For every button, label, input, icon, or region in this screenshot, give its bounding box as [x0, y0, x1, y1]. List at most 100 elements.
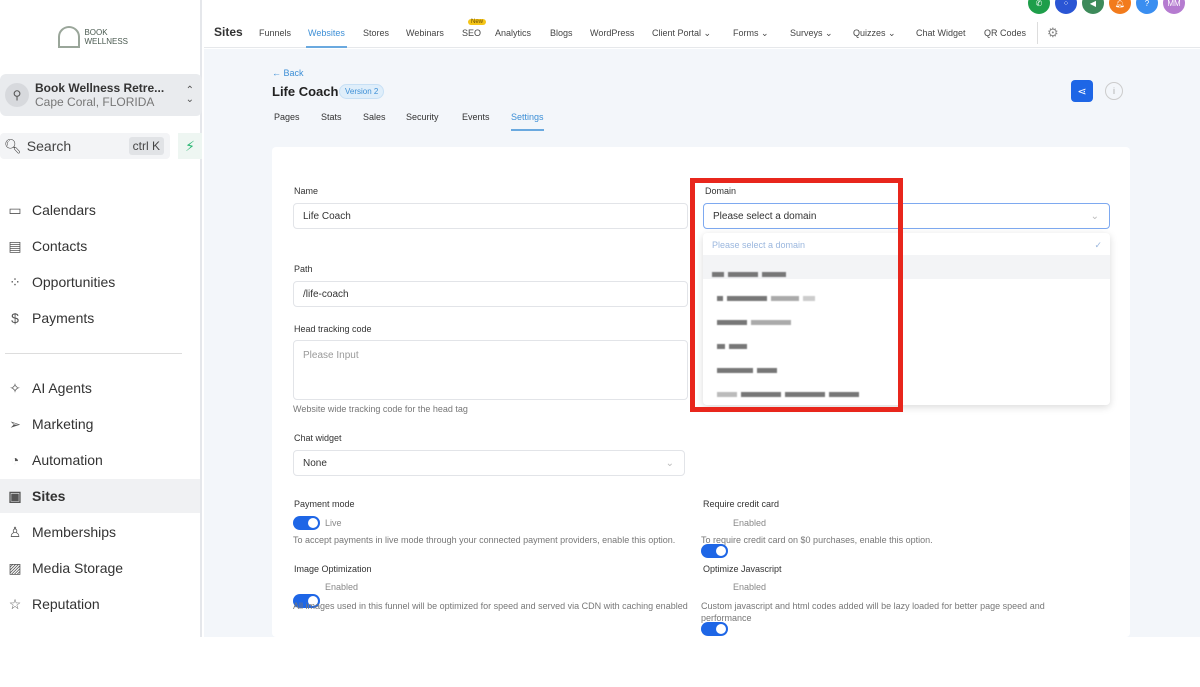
sidebar: BOOK WELLNESS ⚲ Book Wellness Retre... C…: [0, 0, 202, 637]
apps-icon[interactable]: ⁘: [1055, 0, 1077, 14]
sidebar-item-sites[interactable]: ▣ Sites: [0, 479, 200, 513]
credit-card-help: To require credit card on $0 purchases, …: [701, 535, 933, 545]
sidebar-item-label: Reputation: [32, 596, 100, 612]
sidebar-item-label: Memberships: [32, 524, 117, 540]
gear-icon[interactable]: ⚙︎: [1047, 25, 1059, 41]
location-name: Book Wellness Retre...: [35, 81, 165, 95]
memberships-icon: ♙: [8, 523, 22, 540]
optimize-js-state: Enabled: [733, 582, 767, 592]
megaphone-icon[interactable]: ◀: [1082, 0, 1104, 14]
tab-quizzes[interactable]: Quizzes ⌄: [853, 28, 896, 39]
sidebar-item-opportunities[interactable]: ⁘ Opportunities: [0, 265, 200, 299]
head-code-textarea[interactable]: Please Input: [293, 340, 688, 400]
tab-websites[interactable]: Websites: [306, 28, 347, 48]
sidebar-item-label: Contacts: [32, 238, 88, 254]
credit-card-toggle[interactable]: [701, 544, 728, 558]
search-button[interactable]: 🔍︎ Search ctrl K: [0, 133, 170, 159]
tab-sales[interactable]: Sales: [363, 112, 386, 122]
highlight-box: [690, 178, 903, 412]
image-optimization-label: Image Optimization: [294, 564, 372, 574]
head-code-label: Head tracking code: [294, 324, 372, 334]
quick-action-bolt-icon[interactable]: ⚡︎: [178, 133, 202, 159]
tab-stats[interactable]: Stats: [321, 112, 342, 122]
sidebar-item-label: Marketing: [32, 416, 94, 432]
optimize-js-toggle[interactable]: [701, 622, 728, 636]
tab-label: Surveys: [790, 28, 823, 38]
sidebar-item-contacts[interactable]: ▤ Contacts: [0, 229, 200, 263]
sidebar-item-media-storage[interactable]: ▨ Media Storage: [0, 551, 200, 585]
tab-client-portal[interactable]: Client Portal ⌄: [652, 28, 711, 39]
tab-stores[interactable]: Stores: [363, 28, 389, 38]
sidebar-item-payments[interactable]: $ Payments: [0, 301, 200, 335]
head-code-help: Website wide tracking code for the head …: [293, 404, 468, 414]
tab-security[interactable]: Security: [406, 112, 439, 122]
sidebar-item-reputation[interactable]: ☆ Reputation: [0, 587, 200, 621]
sidebar-item-memberships[interactable]: ♙ Memberships: [0, 515, 200, 549]
tab-forms[interactable]: Forms ⌄: [733, 28, 769, 39]
tab-wordpress[interactable]: WordPress: [590, 28, 634, 38]
credit-card-state: Enabled: [733, 518, 767, 528]
chevron-down-icon: ⌄: [665, 457, 674, 469]
tab-webinars[interactable]: Webinars: [406, 28, 444, 38]
share-icon[interactable]: ⋖: [1071, 80, 1093, 102]
search-icon: 🔍︎: [4, 137, 22, 154]
tab-pages[interactable]: Pages: [274, 112, 300, 122]
tab-funnels[interactable]: Funnels: [259, 28, 291, 38]
location-switcher[interactable]: ⚲ Book Wellness Retre... Cape Coral, FLO…: [0, 74, 202, 116]
chevron-down-icon: ⌄: [761, 28, 769, 38]
chat-widget-select[interactable]: None ⌄: [293, 450, 685, 476]
image-optimization-help: All images used in this funnel will be o…: [293, 601, 688, 611]
star-icon: ☆: [8, 595, 22, 612]
send-icon: ➢: [9, 415, 21, 432]
sidebar-item-label: Media Storage: [32, 560, 124, 576]
tab-qr-codes[interactable]: QR Codes: [984, 28, 1026, 38]
payment-mode-toggle[interactable]: [293, 516, 320, 530]
automation-icon: ◔: [10, 452, 20, 468]
sidebar-item-calendars[interactable]: ▭ Calendars: [0, 193, 200, 227]
optimize-js-label: Optimize Javascript: [703, 564, 782, 574]
info-icon[interactable]: i: [1105, 82, 1123, 100]
contacts-icon: ▤: [8, 237, 22, 254]
phone-icon[interactable]: ✆: [1028, 0, 1050, 14]
name-input[interactable]: Life Coach: [293, 203, 688, 229]
check-icon: ✓: [1094, 240, 1102, 250]
bell-icon[interactable]: 🔔︎: [1109, 0, 1131, 14]
sidebar-item-label: Sites: [32, 488, 66, 504]
sidebar-item-automation[interactable]: ◔ Automation: [0, 443, 200, 477]
credit-card-label: Require credit card: [703, 499, 780, 509]
sites-icon: ▣: [8, 487, 22, 504]
avatar[interactable]: MM: [1163, 0, 1185, 14]
chevron-updown-icon: ⌃ ⌄: [185, 85, 194, 105]
path-input[interactable]: /life-coach: [293, 281, 688, 307]
tab-seo[interactable]: SEO: [462, 28, 481, 38]
version-badge: Version 2: [339, 84, 385, 99]
sidebar-item-marketing[interactable]: ➢ Marketing: [0, 407, 200, 441]
payments-icon: $: [11, 310, 19, 326]
opportunities-icon: ⁘: [9, 273, 21, 290]
tab-surveys[interactable]: Surveys ⌄: [790, 28, 833, 39]
path-label: Path: [294, 264, 313, 274]
tab-analytics[interactable]: Analytics: [495, 28, 531, 38]
image-icon: ▨: [8, 559, 22, 576]
tab-label: Quizzes: [853, 28, 886, 38]
chat-widget-value: None: [303, 457, 327, 469]
calendar-icon: ▭: [8, 201, 22, 218]
tab-chat-widget[interactable]: Chat Widget: [916, 28, 966, 38]
chevron-down-icon: ⌄: [1090, 210, 1099, 222]
help-icon[interactable]: ?: [1136, 0, 1158, 14]
tab-events[interactable]: Events: [462, 112, 490, 122]
tab-blogs[interactable]: Blogs: [550, 28, 573, 38]
shortcut-badge: ctrl K: [128, 137, 164, 155]
back-link[interactable]: ← Back: [272, 68, 304, 78]
top-nav: Sites Funnels Websites Stores Webinars N…: [204, 0, 1200, 48]
name-label: Name: [294, 186, 319, 196]
logo-text: BOOK WELLNESS: [84, 28, 129, 46]
tab-settings[interactable]: Settings: [511, 112, 544, 131]
page-title: Life Coach: [272, 84, 339, 99]
image-optimization-state: Enabled: [325, 582, 359, 592]
payment-mode-help: To accept payments in live mode through …: [293, 535, 676, 545]
payment-mode-state: Live: [325, 518, 342, 528]
sidebar-item-ai-agents[interactable]: ✧ AI Agents: [0, 371, 200, 405]
chevron-down-icon: ⌄: [825, 28, 833, 38]
tab-label: Client Portal: [652, 28, 702, 38]
